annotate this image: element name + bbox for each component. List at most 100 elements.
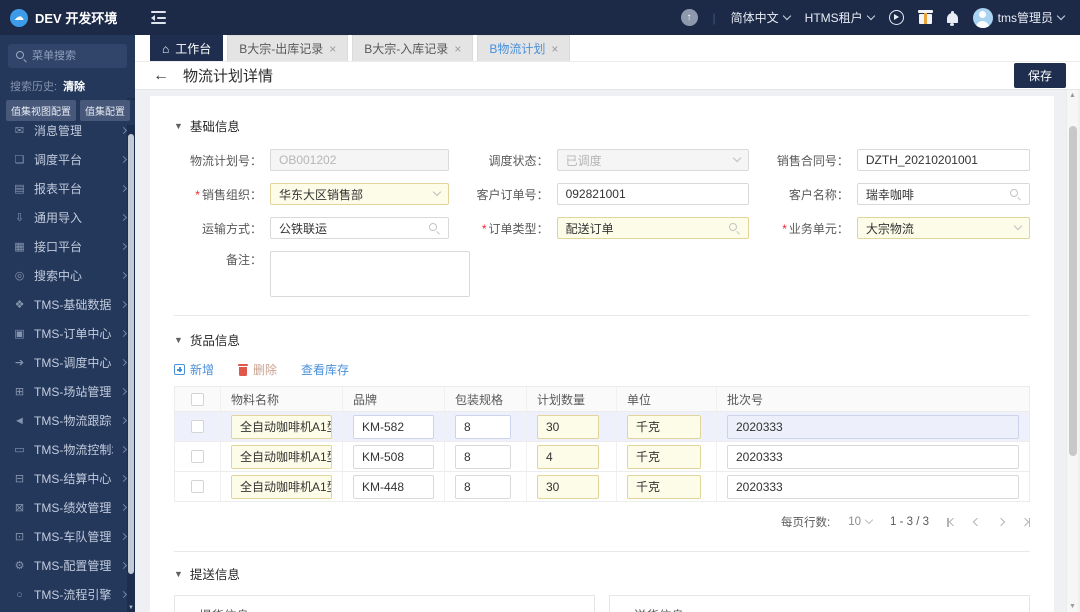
add-row-button[interactable]: 新增 <box>174 361 214 378</box>
planned-qty-cell[interactable]: 30 <box>537 474 599 499</box>
brand-cell[interactable]: KM-448 <box>353 474 434 499</box>
table-row[interactable]: 全自动咖啡机A1型 KM-582 8 30 千克 2020333 <box>175 412 1029 442</box>
menu-search-input[interactable] <box>32 50 120 62</box>
first-page-button[interactable] <box>947 517 957 527</box>
tab-outbound-records[interactable]: B大宗-出库记录 × <box>227 35 349 61</box>
search-icon <box>428 222 440 234</box>
sidebar-item-tms-performance[interactable]: ⊠ TMS-绩效管理 <box>0 493 135 522</box>
tenant-select[interactable]: HTMS租户 <box>805 9 875 26</box>
play-circle-icon[interactable] <box>888 10 904 25</box>
user-menu[interactable]: tms管理员 <box>972 7 1066 28</box>
sidebar-item-report-platform[interactable]: ▤ 报表平台 <box>0 174 135 203</box>
section-goods-info[interactable]: ▼ 货品信息 <box>174 330 1030 349</box>
transport-mode-lookup[interactable]: 公铁联运 <box>270 217 449 239</box>
sidebar-item-tms-fleet[interactable]: ⊡ TMS-车队管理 <box>0 522 135 551</box>
row-checkbox[interactable] <box>191 450 204 463</box>
batch-no-cell[interactable]: 2020333 <box>727 444 1019 469</box>
value-set-view-config-button[interactable]: 值集视图配置 <box>6 100 76 121</box>
main-scrollbar[interactable]: ▲ ▼ <box>1066 90 1078 612</box>
sidebar-item-tms-tracking[interactable]: ◄ TMS-物流跟踪 <box>0 406 135 435</box>
trash-icon <box>238 363 249 376</box>
delete-row-button[interactable]: 删除 <box>238 361 277 378</box>
material-cell[interactable]: 全自动咖啡机A1型 <box>231 444 332 469</box>
clear-history-button[interactable]: 清除 <box>63 78 85 94</box>
sidebar-item-tms-dispatch-center[interactable]: ➔ TMS-调度中心 <box>0 348 135 377</box>
sidebar-item-tms-control-tower[interactable]: ▭TMS-物流控制塔 <box>0 435 135 464</box>
sales-org-select[interactable]: 华东大区销售部 <box>270 183 449 205</box>
material-cell[interactable]: 全自动咖啡机A1型 <box>231 474 332 499</box>
sidebar-item-tms-station-mgmt[interactable]: ⊞ TMS-场站管理 <box>0 377 135 406</box>
sidebar-item-dispatch-platform[interactable]: ❏ 调度平台 <box>0 145 135 174</box>
sidebar-item-search-center[interactable]: ◎ 搜索中心 <box>0 261 135 290</box>
import-icon: ⇩ <box>14 212 25 224</box>
brand-cell[interactable]: KM-582 <box>353 414 434 439</box>
section-shipping-info[interactable]: ▼ 提送信息 <box>174 564 1030 583</box>
unit-cell[interactable]: 千克 <box>627 444 701 469</box>
chevron-right-icon <box>119 213 128 222</box>
view-stock-button[interactable]: 查看库存 <box>301 361 349 378</box>
pack-spec-cell[interactable]: 8 <box>455 414 511 439</box>
select-all-checkbox[interactable] <box>191 392 204 406</box>
tab-inbound-records[interactable]: B大宗-入库记录 × <box>352 35 474 61</box>
dispatch-status-label: 调度状态 <box>461 152 549 169</box>
scroll-up-icon[interactable]: ▲ <box>1067 92 1078 99</box>
value-set-config-button[interactable]: 值集配置 <box>80 100 130 121</box>
back-arrow-icon[interactable]: ← <box>153 67 169 85</box>
home-icon: ⌂ <box>162 41 170 56</box>
pack-spec-cell[interactable]: 8 <box>455 444 511 469</box>
scroll-down-icon[interactable]: ▼ <box>1067 603 1078 610</box>
menu-search-box[interactable] <box>8 44 127 68</box>
planned-qty-cell[interactable]: 30 <box>537 414 599 439</box>
language-select[interactable]: 简体中文 <box>731 9 791 26</box>
tab-workbench[interactable]: ⌂ 工作台 <box>150 35 224 61</box>
topbar: ☁ DEV 开发环境 ↑ | 简体中文 HTMS租户 tms管理员 <box>0 0 1080 35</box>
row-checkbox[interactable] <box>191 480 204 493</box>
sidebar-item-interface-platform[interactable]: ▦ 接口平台 <box>0 232 135 261</box>
sidebar-item-tms-settlement[interactable]: ⊟ TMS-结算中心 <box>0 464 135 493</box>
remark-textarea[interactable] <box>270 251 470 297</box>
sidebar-item-tms-config[interactable]: ⚙ TMS-配置管理 <box>0 551 135 580</box>
section-basic-info[interactable]: ▼ 基础信息 <box>174 116 1030 135</box>
next-page-button[interactable] <box>996 517 1005 527</box>
sidebar-item-tms-order-center[interactable]: ▣ TMS-订单中心 <box>0 319 135 348</box>
collapse-triangle-icon: ▼ <box>174 334 183 345</box>
order-type-lookup[interactable]: 配送订单 <box>556 217 749 239</box>
sidebar-item-tms-base-data[interactable]: ❖ TMS-基础数据 <box>0 290 135 319</box>
prev-page-button[interactable] <box>972 517 981 527</box>
tab-logistics-plan[interactable]: B物流计划 × <box>477 35 571 61</box>
batch-no-cell[interactable]: 2020333 <box>727 474 1019 499</box>
gift-icon[interactable] <box>917 10 933 24</box>
tab-close-icon[interactable]: × <box>454 43 461 55</box>
col-brand: 品牌 <box>343 387 445 411</box>
batch-no-cell[interactable]: 2020333 <box>727 414 1019 439</box>
bell-icon[interactable] <box>946 11 958 26</box>
business-unit-select[interactable]: 大宗物流 <box>856 217 1030 239</box>
brand-cell[interactable]: KM-508 <box>353 444 434 469</box>
customer-name-label: 客户名称 <box>761 186 849 203</box>
search-icon <box>1009 188 1021 200</box>
planned-qty-cell[interactable]: 4 <box>537 444 599 469</box>
table-row[interactable]: 全自动咖啡机A1型 KM-508 8 4 千克 2020333 <box>175 442 1029 472</box>
main-scrollbar-thumb[interactable] <box>1068 126 1077 456</box>
row-checkbox[interactable] <box>191 420 204 433</box>
unit-cell[interactable]: 千克 <box>627 414 701 439</box>
pack-spec-cell[interactable]: 8 <box>455 474 511 499</box>
save-button[interactable]: 保存 <box>1013 63 1066 88</box>
section-divider <box>174 551 1030 552</box>
tab-close-icon[interactable]: × <box>329 43 336 55</box>
unit-cell[interactable]: 千克 <box>627 474 701 499</box>
contract-no-label: 销售合同号 <box>761 152 849 169</box>
tab-close-icon[interactable]: × <box>551 43 558 55</box>
customer-name-lookup[interactable]: 瑞幸咖啡 <box>856 183 1030 205</box>
sidebar-item-general-import[interactable]: ⇩ 通用导入 <box>0 203 135 232</box>
table-row[interactable]: 全自动咖啡机A1型 KM-448 8 30 千克 2020333 <box>175 472 1029 502</box>
collapse-triangle-icon: ▼ <box>174 568 183 579</box>
material-cell[interactable]: 全自动咖啡机A1型 <box>231 414 332 439</box>
last-page-button[interactable] <box>1020 517 1030 527</box>
cloud-sync-icon[interactable]: ↑ <box>680 9 698 26</box>
menu-collapse-icon[interactable] <box>151 11 166 24</box>
sidebar-item-tms-workflow[interactable]: ○ TMS-流程引擎 <box>0 580 135 609</box>
contract-no-field[interactable]: DZTH_20210201001 <box>856 149 1030 171</box>
customer-order-field[interactable]: 092821001 <box>556 183 749 205</box>
rows-per-page-select[interactable]: 10 <box>848 515 874 528</box>
